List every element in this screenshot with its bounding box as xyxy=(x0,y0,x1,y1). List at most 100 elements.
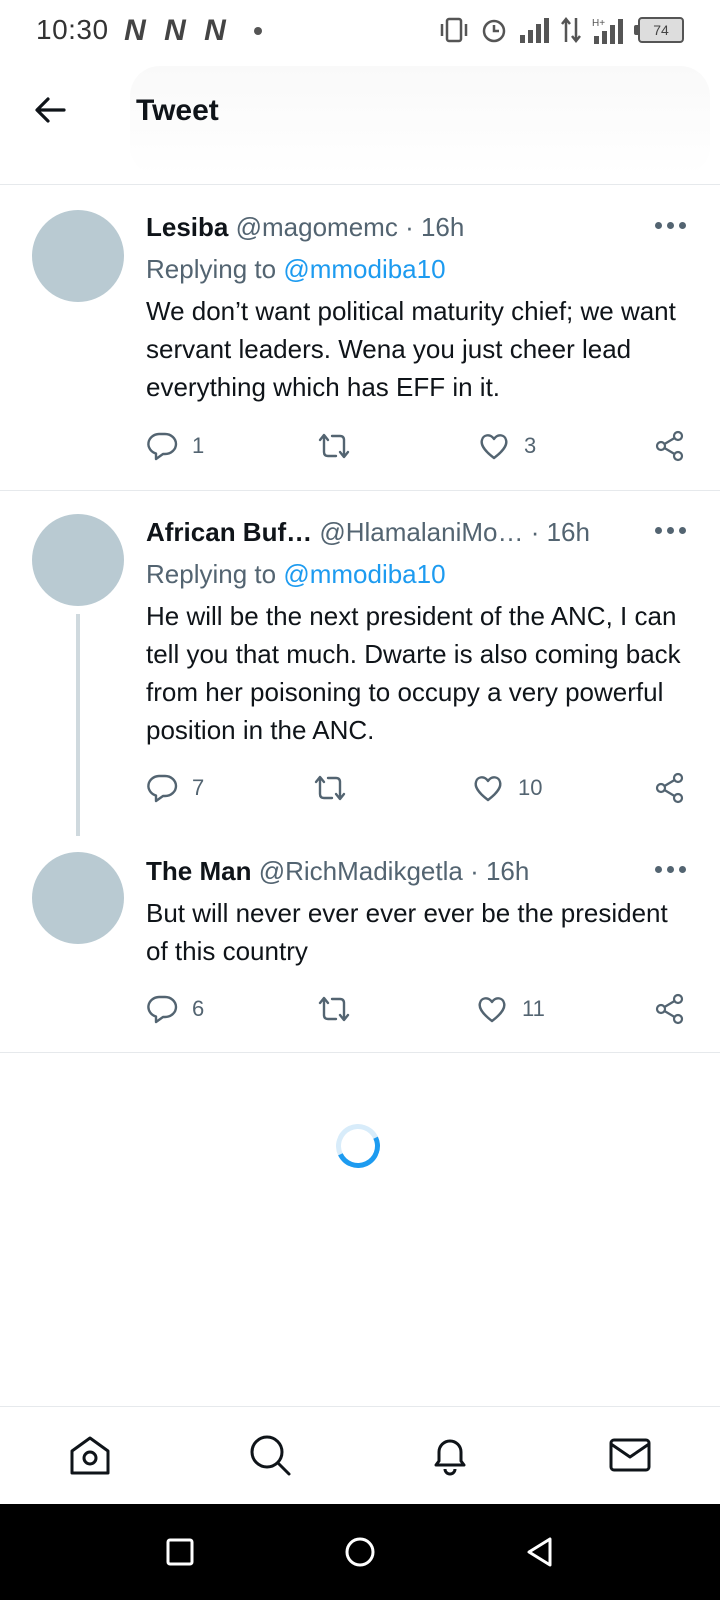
heart-icon xyxy=(474,776,502,802)
mail-icon xyxy=(609,1438,651,1472)
share-button[interactable] xyxy=(654,430,686,462)
avatar[interactable] xyxy=(32,514,124,606)
share-icon xyxy=(655,772,684,804)
user-handle[interactable]: @RichMadikgetla xyxy=(259,856,463,886)
share-icon xyxy=(655,430,684,462)
tweet-time: · 16h xyxy=(405,212,465,242)
home-button[interactable] xyxy=(338,1530,382,1574)
tweet-text: But will never ever ever ever be the pre… xyxy=(146,898,668,966)
replying-to: Replying to @mmodiba10 xyxy=(146,254,446,285)
back-nav-button[interactable] xyxy=(518,1530,562,1574)
vibrate-icon xyxy=(440,17,468,43)
news-notification-icon: N xyxy=(124,14,146,47)
mention-link[interactable]: @mmodiba10 xyxy=(283,559,445,589)
back-button[interactable] xyxy=(30,90,70,130)
reply-button[interactable]: 6 xyxy=(146,993,204,1025)
tweet-time: · 16h xyxy=(530,517,590,547)
reply-count: 6 xyxy=(192,996,205,1021)
user-name[interactable]: African Buf… xyxy=(146,517,312,547)
tweet[interactable]: Lesiba @magomemc · 16h Replying to @mmod… xyxy=(0,186,720,490)
tweet-time: · 16h xyxy=(470,856,530,886)
replying-to-label: Replying to xyxy=(146,254,284,284)
reply-icon xyxy=(147,432,178,461)
like-button[interactable]: 10 xyxy=(472,772,542,804)
retweet-button[interactable] xyxy=(312,772,362,804)
user-handle[interactable]: @HlamalaniMo… xyxy=(319,517,523,547)
thread-line xyxy=(76,614,80,836)
status-bar: 10:30 N N N H+ 74 xyxy=(0,0,720,66)
signal-hplus-icon: H+ xyxy=(592,18,623,44)
notification-icons: N N N xyxy=(120,14,262,48)
more-options-button[interactable] xyxy=(650,210,690,240)
svg-text:H+: H+ xyxy=(592,18,605,29)
bell-icon xyxy=(434,1439,466,1476)
retweet-icon xyxy=(318,433,350,459)
more-options-button[interactable] xyxy=(650,515,690,545)
user-name[interactable]: The Man xyxy=(146,856,251,886)
reply-button[interactable]: 1 xyxy=(146,430,204,462)
heart-icon xyxy=(480,434,508,460)
page-title: Tweet xyxy=(136,94,219,127)
divider xyxy=(0,1052,720,1053)
nav-home[interactable] xyxy=(66,1431,114,1479)
alarm-icon xyxy=(482,19,506,43)
top-bar: Tweet xyxy=(0,66,720,185)
user-handle[interactable]: @magomemc xyxy=(236,212,398,242)
tweet-text: He will be the next president of the ANC… xyxy=(146,601,681,745)
reply-count: 7 xyxy=(192,775,205,800)
status-time: 10:30 xyxy=(36,14,109,45)
more-options-button[interactable] xyxy=(650,854,690,884)
avatar[interactable] xyxy=(32,852,124,944)
share-icon xyxy=(655,993,684,1025)
like-button[interactable]: 3 xyxy=(478,430,536,462)
tweet-actions: 7 10 xyxy=(146,772,696,812)
retweet-icon xyxy=(318,996,350,1022)
loading-spinner-icon xyxy=(329,1117,387,1175)
nav-search[interactable] xyxy=(246,1431,294,1479)
search-icon xyxy=(250,1435,291,1476)
signal-icon xyxy=(520,18,549,43)
reply-icon xyxy=(147,774,178,803)
recents-button[interactable] xyxy=(158,1530,202,1574)
retweet-button[interactable] xyxy=(316,993,366,1025)
news-notification-icon: N xyxy=(204,14,226,47)
more-notifications-dot-icon xyxy=(254,27,262,35)
tweet-header: African Buf… @HlamalaniMo… · 16h xyxy=(146,517,660,548)
home-icon xyxy=(70,1436,110,1475)
tweet-header: Lesiba @magomemc · 16h xyxy=(146,212,660,243)
tweet[interactable]: African Buf… @HlamalaniMo… · 16h Replyin… xyxy=(0,491,720,836)
nav-notifications[interactable] xyxy=(426,1431,474,1479)
android-nav-bar xyxy=(0,1504,720,1600)
reply-button[interactable]: 7 xyxy=(146,772,204,804)
nav-messages[interactable] xyxy=(606,1431,654,1479)
news-notification-icon: N xyxy=(164,14,186,47)
square-icon xyxy=(166,1538,194,1566)
tweet[interactable]: The Man @RichMadikgetla · 16h But will n… xyxy=(0,831,720,1052)
avatar[interactable] xyxy=(32,210,124,302)
like-count: 11 xyxy=(522,996,545,1021)
mention-link[interactable]: @mmodiba10 xyxy=(283,254,445,284)
heart-icon xyxy=(478,997,506,1023)
user-name[interactable]: Lesiba xyxy=(146,212,228,242)
reply-count: 1 xyxy=(192,433,205,458)
share-button[interactable] xyxy=(654,772,686,804)
arrow-left-icon xyxy=(35,97,66,123)
replying-to: Replying to @mmodiba10 xyxy=(146,559,446,590)
bottom-nav xyxy=(0,1406,720,1503)
retweet-button[interactable] xyxy=(316,430,366,462)
replying-to-label: Replying to xyxy=(146,559,284,589)
data-transfer-icon xyxy=(561,16,581,44)
like-button[interactable]: 11 xyxy=(476,993,545,1025)
system-icons: H+ 74 xyxy=(438,16,684,44)
share-button[interactable] xyxy=(654,993,686,1025)
battery-icon: 74 xyxy=(634,17,684,43)
circle-icon xyxy=(345,1537,375,1567)
tweet-header: The Man @RichMadikgetla · 16h xyxy=(146,856,660,887)
tweet-actions: 6 11 xyxy=(146,993,696,1033)
retweet-icon xyxy=(314,775,346,801)
tweet-text: We don’t want political maturity chief; … xyxy=(146,296,676,402)
reply-icon xyxy=(147,995,178,1024)
like-count: 3 xyxy=(524,433,537,458)
like-count: 10 xyxy=(518,775,543,800)
triangle-back-icon xyxy=(527,1537,552,1567)
